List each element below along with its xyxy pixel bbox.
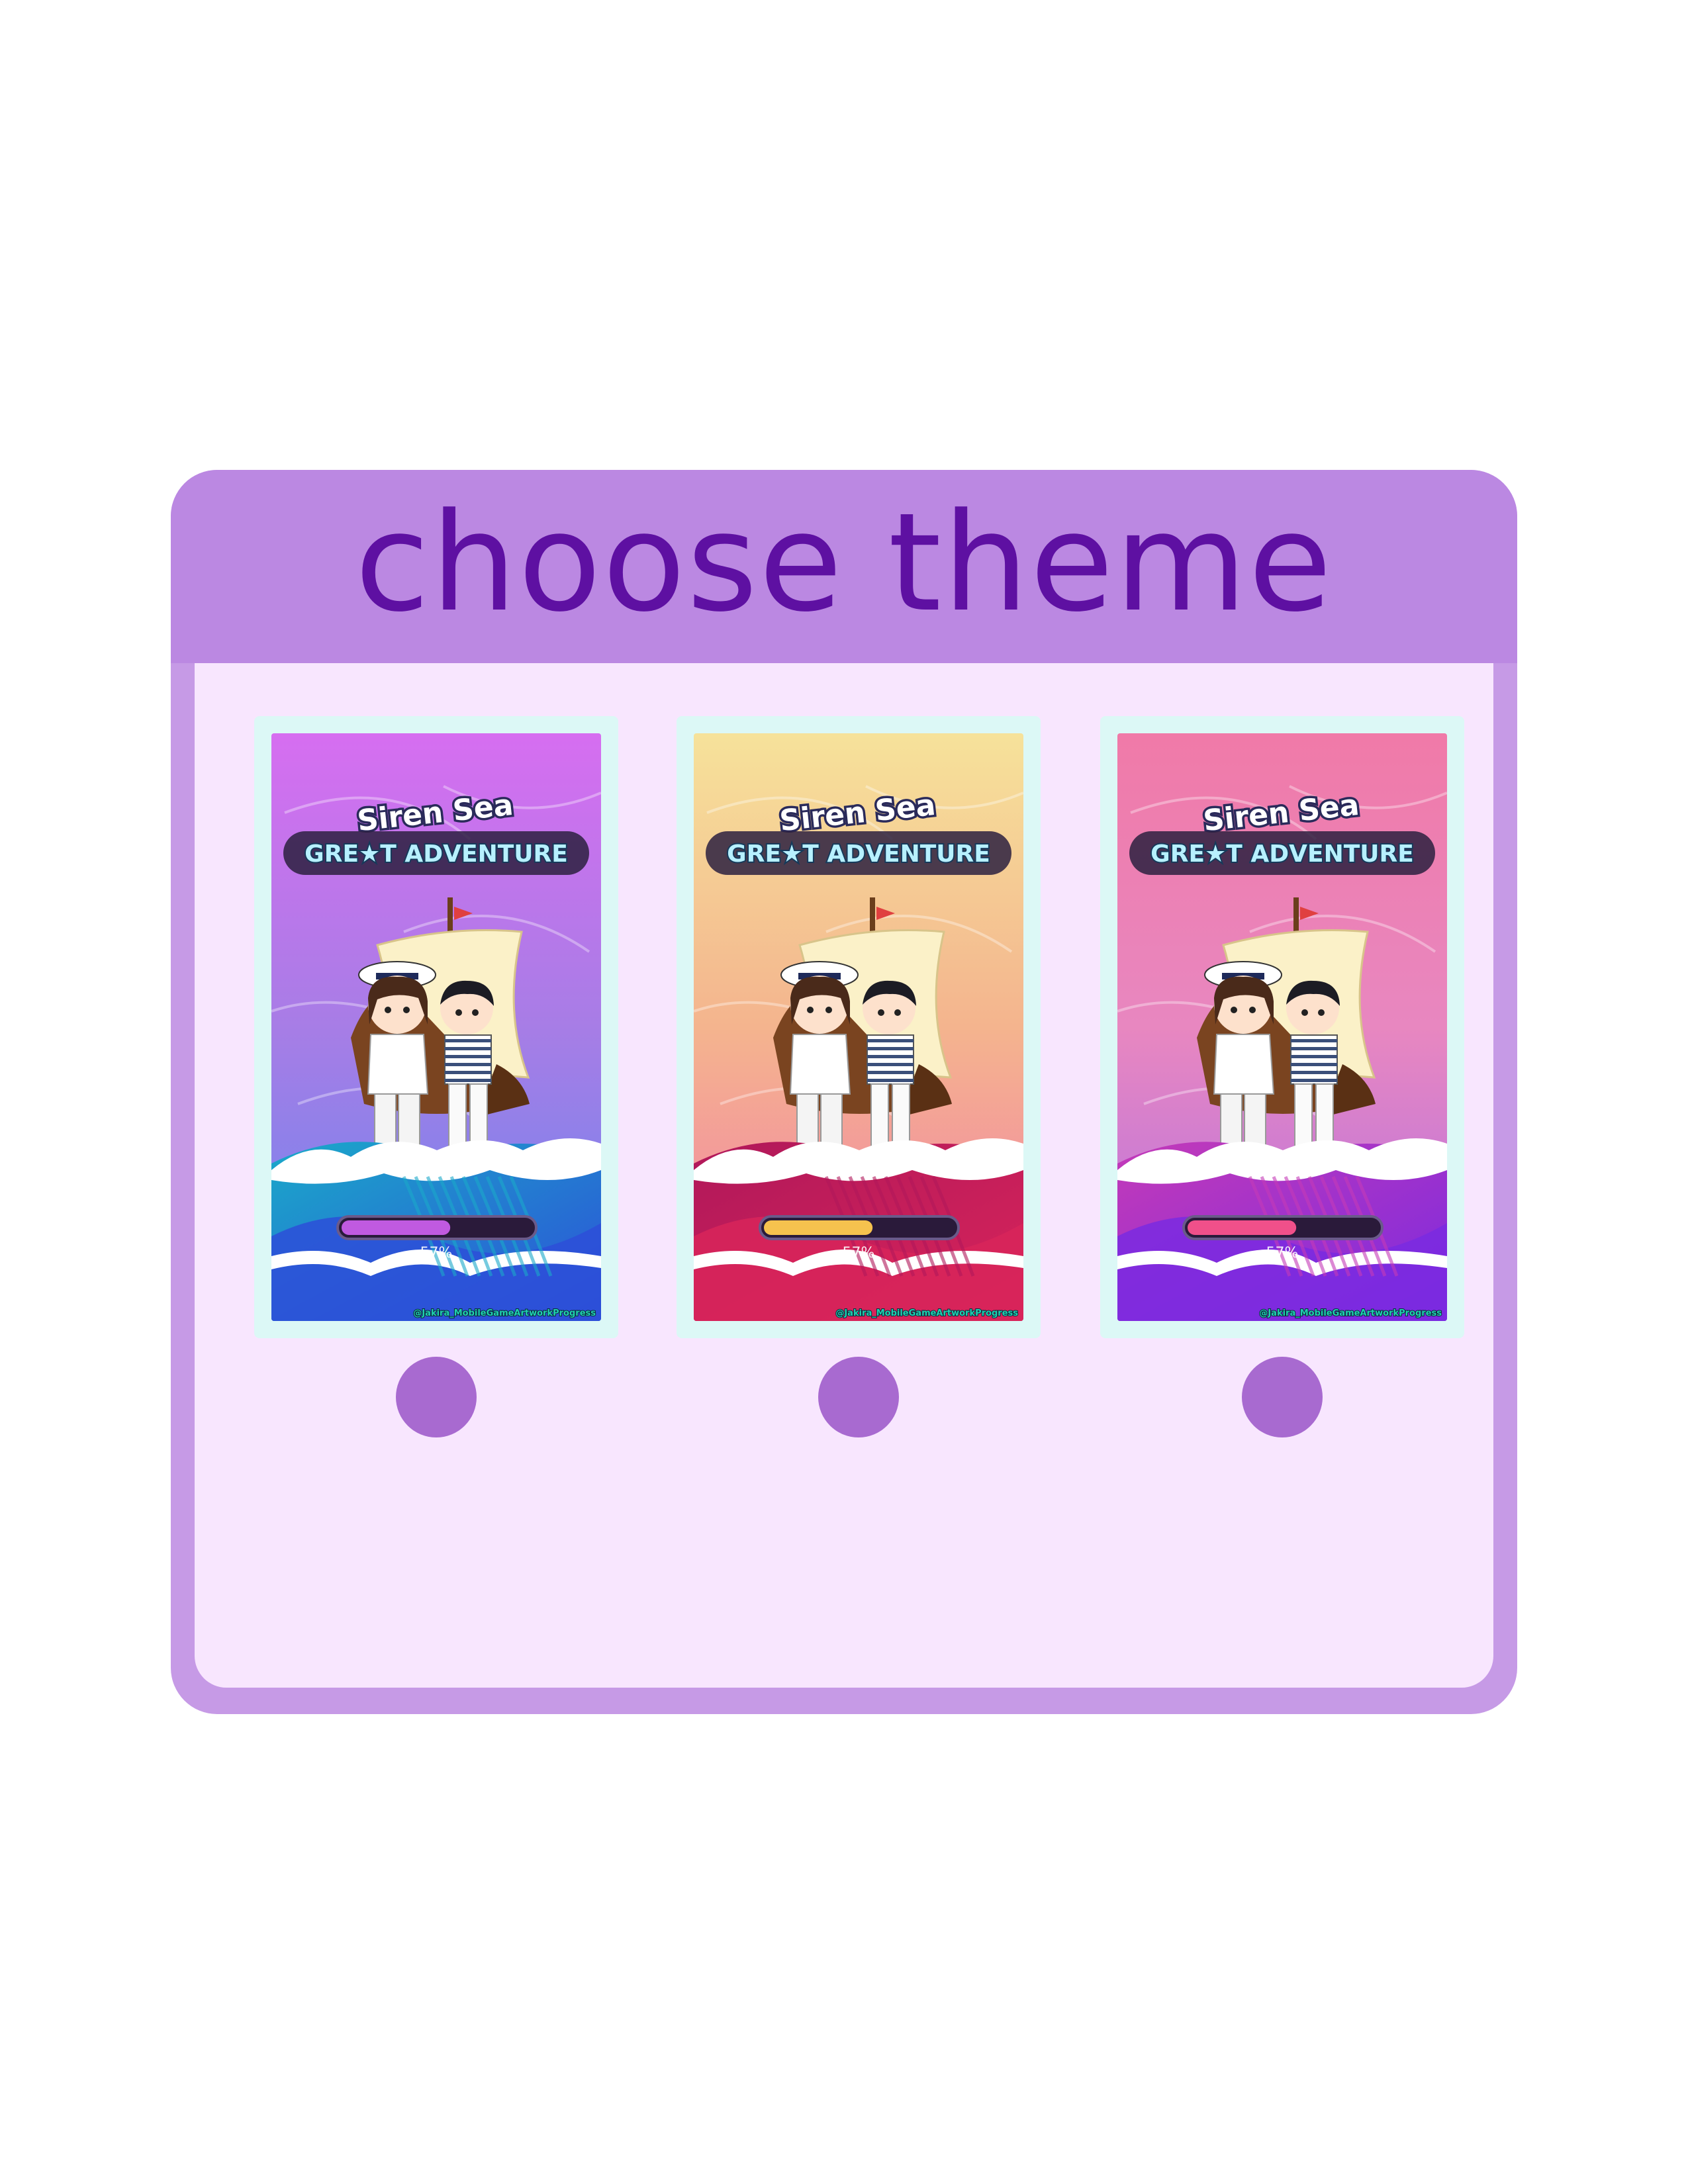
- theme-radio-sunset[interactable]: [818, 1357, 899, 1437]
- theme-option-sunset[interactable]: Siren Sea GRE★T ADVENTURE 57% @Jakira_Mobil…: [677, 716, 1041, 1338]
- progress-fill: [342, 1220, 451, 1235]
- progress-label: 57%: [1266, 1245, 1299, 1261]
- progress-label: 57%: [843, 1245, 875, 1261]
- theme-radio-purple[interactable]: [396, 1357, 477, 1437]
- theme-options-area: Siren Sea GRE★T ADVENTURE 57% @Jakira_Mobil…: [195, 663, 1493, 1688]
- theme-preview-screen: Siren Sea GRE★T ADVENTURE 57% @Jakira_Mobil…: [271, 733, 601, 1321]
- choose-theme-panel: choose theme Siren Sea GRE★T ADVENTURE 57%…: [171, 470, 1517, 1714]
- watermark-text: @Jakira_MobileGameArtworkProgress: [835, 1308, 1018, 1318]
- game-title-line2: GRE★T ADVENTURE: [305, 841, 568, 868]
- game-title-line2: GRE★T ADVENTURE: [727, 841, 990, 868]
- theme-radio-pink[interactable]: [1242, 1357, 1323, 1437]
- loading-progress-bar: [336, 1215, 538, 1240]
- theme-preview-screen: Siren Sea GRE★T ADVENTURE 57% @Jakira_Mobil…: [1117, 733, 1447, 1321]
- progress-fill: [1188, 1220, 1297, 1235]
- progress-fill: [764, 1220, 873, 1235]
- panel-header: choose theme: [171, 470, 1517, 663]
- game-preview-art: Siren SeaGRE★T ADVENTURE57%@Jakira_Mobil…: [1117, 733, 1447, 1321]
- game-preview-art: Siren SeaGRE★T ADVENTURE57%@Jakira_Mobil…: [694, 733, 1023, 1321]
- theme-option-purple[interactable]: Siren Sea GRE★T ADVENTURE 57% @Jakira_Mobil…: [254, 716, 618, 1338]
- loading-progress-bar: [759, 1215, 960, 1240]
- theme-option-pink[interactable]: Siren Sea GRE★T ADVENTURE 57% @Jakira_Mobil…: [1100, 716, 1464, 1338]
- watermark-text: @Jakira_MobileGameArtworkProgress: [1259, 1308, 1442, 1318]
- theme-preview-screen: Siren Sea GRE★T ADVENTURE 57% @Jakira_Mobil…: [694, 733, 1023, 1321]
- game-preview-art: Siren SeaGRE★T ADVENTURE57%@Jakira_Mobil…: [271, 733, 601, 1321]
- watermark-text: @Jakira_MobileGameArtworkProgress: [413, 1308, 596, 1318]
- progress-label: 57%: [420, 1245, 453, 1261]
- game-title-line2: GRE★T ADVENTURE: [1150, 841, 1414, 868]
- loading-progress-bar: [1182, 1215, 1383, 1240]
- panel-title: choose theme: [355, 484, 1333, 642]
